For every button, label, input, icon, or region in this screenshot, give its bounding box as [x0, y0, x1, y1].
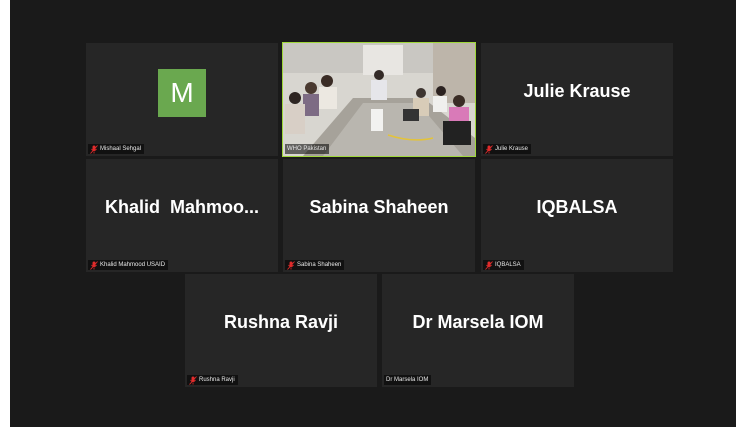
participant-nameplate: Rushna Ravji: [187, 375, 238, 385]
participant-tile-rushna[interactable]: Rushna Ravji Rushna Ravji: [185, 274, 377, 387]
participant-label: Julie Krause: [495, 146, 529, 152]
participant-nameplate: IQBALSA: [483, 260, 524, 270]
muted-mic-icon: [90, 144, 98, 154]
meeting-gallery-view: M Mishaal Sehgal WHO Pakistan Julie Krau…: [10, 0, 736, 427]
muted-mic-icon: [189, 375, 197, 385]
participant-nameplate: Dr Marsela IOM: [384, 375, 432, 385]
muted-mic-icon: [90, 260, 98, 270]
participant-label: Dr Marsela IOM: [386, 377, 429, 383]
participant-display-name: IQBALSA: [536, 197, 618, 217]
participant-label: Khalid Mahmood USAID: [100, 262, 166, 268]
participant-display-name: Julie Krause: [523, 81, 631, 101]
participant-label: Rushna Ravji: [199, 377, 235, 383]
muted-mic-icon: [485, 260, 493, 270]
participant-tile-marsela[interactable]: Dr Marsela IOM Dr Marsela IOM: [382, 274, 574, 387]
participant-tile-who-pakistan[interactable]: WHO Pakistan: [282, 42, 476, 157]
participant-nameplate: Julie Krause: [483, 144, 532, 154]
participant-nameplate: Mishaal Sehgal: [88, 144, 145, 154]
avatar: M: [158, 69, 206, 117]
participant-nameplate: WHO Pakistan: [285, 144, 330, 154]
video-feed: [283, 43, 475, 156]
muted-mic-icon: [485, 144, 493, 154]
participant-tile-khalid[interactable]: Khalid Mahmoo... Khalid Mahmood USAID: [86, 159, 278, 272]
participant-label: IQBALSA: [495, 262, 521, 268]
participant-label: Mishaal Sehgal: [100, 146, 142, 152]
participant-display-name: Khalid Mahmoo...: [104, 197, 259, 217]
participant-tile-mishaal[interactable]: M Mishaal Sehgal: [86, 43, 278, 156]
participant-display-name: Rushna Ravji: [223, 312, 339, 332]
participant-label: WHO Pakistan: [287, 146, 327, 152]
participant-tile-julie[interactable]: Julie Krause Julie Krause: [481, 43, 673, 156]
participant-nameplate: Khalid Mahmood USAID: [88, 260, 169, 270]
participant-label: Sabina Shaheen: [297, 262, 342, 268]
participant-tile-iqbalsa[interactable]: IQBALSA IQBALSA: [481, 159, 673, 272]
participant-display-name: Dr Marsela IOM: [412, 312, 544, 332]
participant-nameplate: Sabina Shaheen: [285, 260, 345, 270]
participant-display-name: Sabina Shaheen: [309, 197, 449, 217]
participant-tile-sabina[interactable]: Sabina Shaheen Sabina Shaheen: [283, 159, 475, 272]
muted-mic-icon: [287, 260, 295, 270]
